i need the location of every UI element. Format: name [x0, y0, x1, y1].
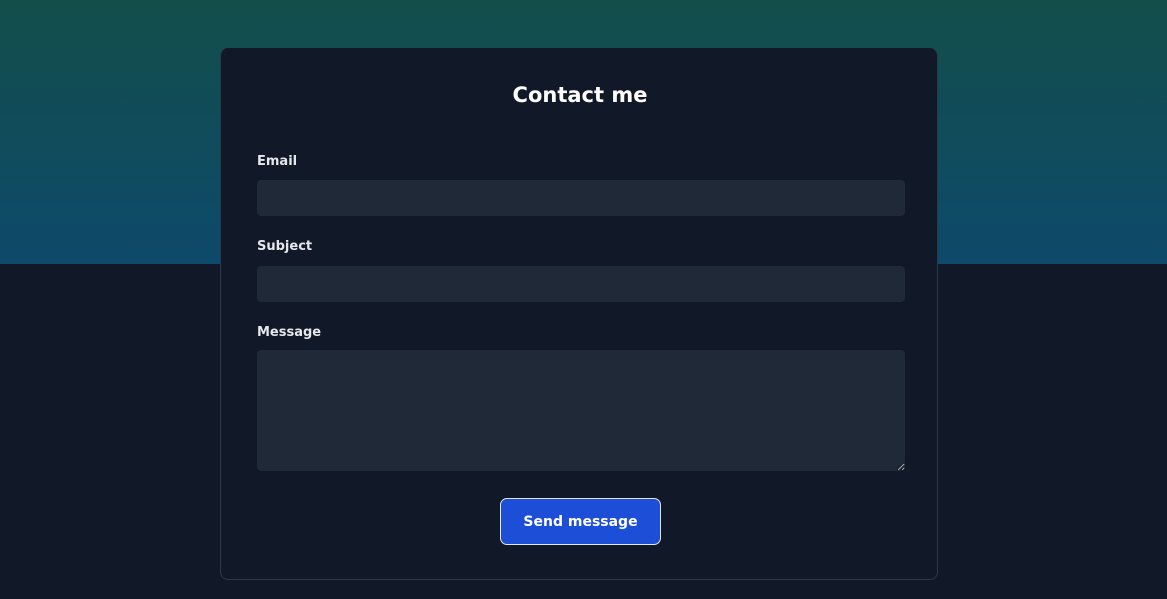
email-field[interactable] [257, 180, 905, 216]
subject-label: Subject [257, 239, 313, 254]
email-label: Email [257, 154, 298, 169]
page: Contact me Email Subject Message Send me… [0, 0, 1167, 599]
contact-form-card: Contact me Email Subject Message Send me… [220, 48, 938, 580]
message-label: Message [257, 325, 322, 340]
message-textarea[interactable] [257, 350, 905, 471]
subject-field[interactable] [257, 266, 905, 302]
form-title: Contact me [512, 83, 648, 107]
send-message-button[interactable]: Send message [500, 498, 661, 545]
